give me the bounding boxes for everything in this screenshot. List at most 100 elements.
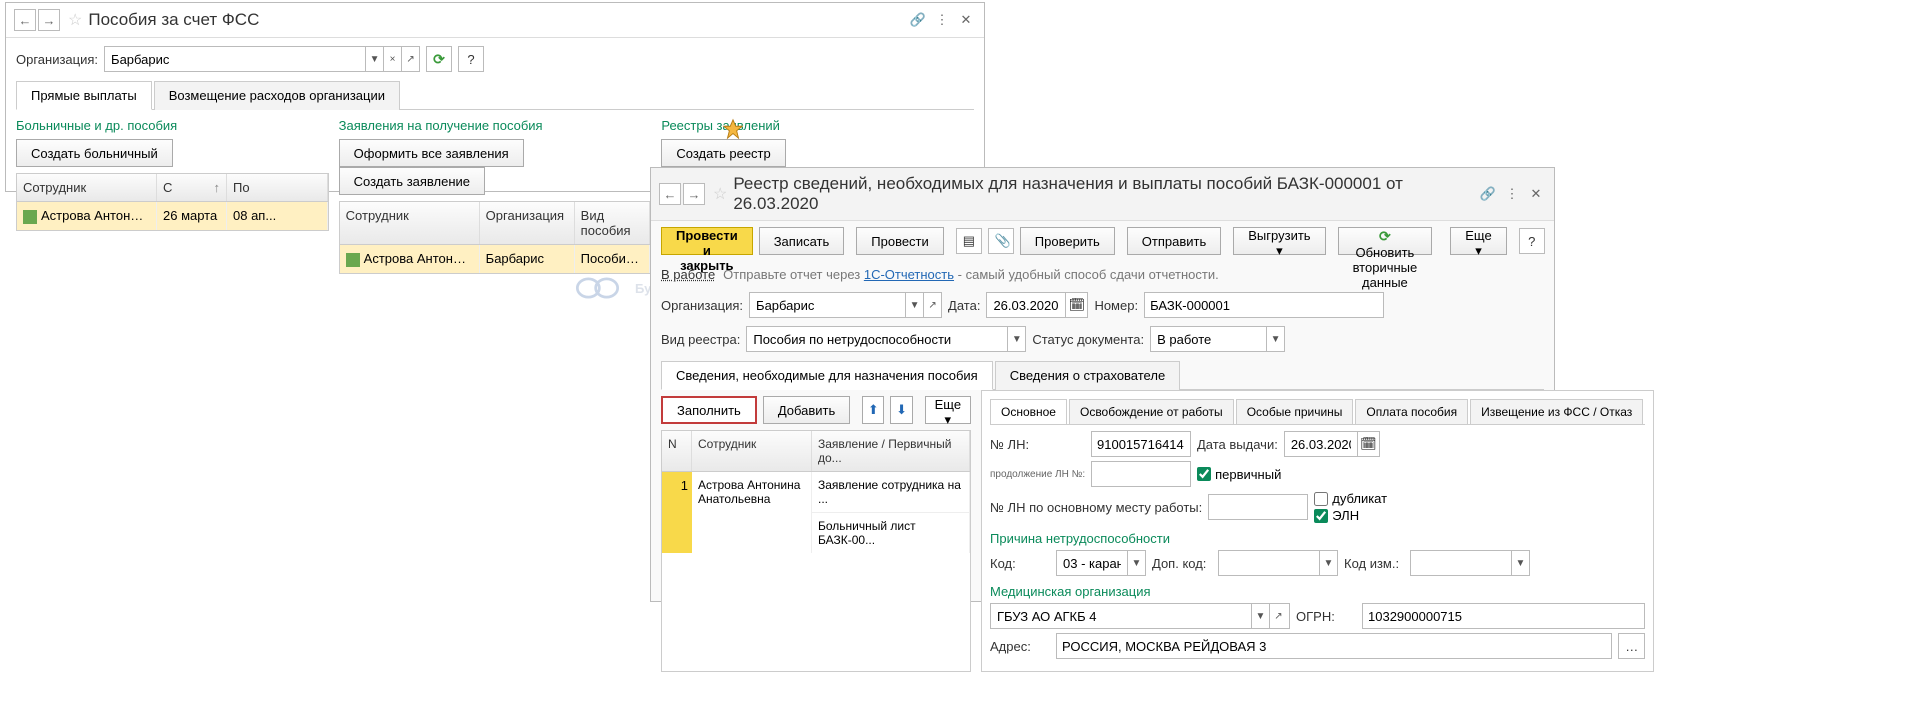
favorite-icon[interactable]: ☆ bbox=[68, 10, 82, 30]
ln-main-label: № ЛН по основному месту работы: bbox=[990, 500, 1202, 515]
forward-button[interactable]: → bbox=[683, 183, 705, 205]
org-combo[interactable]: ▼ × ↗ bbox=[104, 46, 420, 72]
fill-button[interactable]: Заполнить bbox=[661, 396, 757, 424]
chevron-down-icon[interactable]: ▼ bbox=[1127, 551, 1145, 575]
create-app-button[interactable]: Создать заявление bbox=[339, 167, 485, 195]
col1-h3[interactable]: По bbox=[227, 174, 328, 201]
more-button[interactable]: Еще ▾ bbox=[1450, 227, 1506, 255]
more-left-button[interactable]: Еще ▾ bbox=[925, 396, 971, 424]
form-row2: Вид реестра: ▼ Статус документа: ▼ bbox=[651, 322, 1554, 356]
tab-notice[interactable]: Извещение из ФСС / Отказ bbox=[1470, 399, 1643, 424]
doc-status-combo[interactable]: ▼ bbox=[1150, 326, 1285, 352]
export-button[interactable]: Выгрузить ▾ bbox=[1233, 227, 1325, 255]
refresh-button[interactable]: ⟳ bbox=[426, 46, 452, 72]
close-icon[interactable]: ✕ bbox=[1526, 184, 1546, 204]
post-and-close-button[interactable]: Провести и закрыть bbox=[661, 227, 753, 255]
org-input[interactable] bbox=[105, 47, 365, 71]
num-input[interactable] bbox=[1144, 292, 1384, 318]
check-button[interactable]: Проверить bbox=[1020, 227, 1115, 255]
org-dropdown-icon[interactable]: ▼ bbox=[365, 47, 383, 71]
table-row[interactable]: 1 Астрова Антонина Анатольевна Заявление… bbox=[662, 472, 970, 553]
create-all-apps-button[interactable]: Оформить все заявления bbox=[339, 139, 524, 167]
issue-input[interactable] bbox=[1285, 432, 1357, 456]
tab-payment[interactable]: Оплата пособия bbox=[1355, 399, 1468, 424]
addr-input[interactable] bbox=[1056, 633, 1612, 659]
forward-button[interactable]: → bbox=[38, 9, 60, 31]
ln-input[interactable] bbox=[1091, 431, 1191, 457]
code-combo[interactable]: ▼ bbox=[1056, 550, 1146, 576]
addcode-combo[interactable]: ▼ bbox=[1218, 550, 1338, 576]
calendar-icon[interactable]: 🗓 bbox=[1065, 293, 1087, 317]
th-n[interactable]: N bbox=[662, 431, 692, 471]
col2-h2[interactable]: Организация bbox=[480, 202, 575, 244]
chevron-down-icon[interactable]: ▼ bbox=[1266, 327, 1284, 351]
tab-release[interactable]: Освобождение от работы bbox=[1069, 399, 1234, 424]
refresh-secondary-button[interactable]: ⟳ Обновить вторичные данные bbox=[1338, 227, 1433, 255]
chevron-down-icon[interactable]: ▼ bbox=[1007, 327, 1025, 351]
ogrn-input[interactable] bbox=[1362, 603, 1645, 629]
menu-icon[interactable]: ⋮ bbox=[1502, 184, 1522, 204]
col1-h2[interactable]: С ↑ bbox=[157, 174, 227, 201]
help-button[interactable]: ? bbox=[1519, 228, 1545, 254]
type-combo[interactable]: ▼ bbox=[746, 326, 1026, 352]
th-emp[interactable]: Сотрудник bbox=[692, 431, 812, 471]
back-button[interactable]: ← bbox=[14, 9, 36, 31]
col2-h1[interactable]: Сотрудник bbox=[340, 202, 480, 244]
chevron-down-icon[interactable]: ▼ bbox=[1511, 551, 1529, 575]
org-clear-icon[interactable]: × bbox=[383, 47, 401, 71]
col2-h3[interactable]: Вид пособия bbox=[575, 202, 651, 244]
chevron-down-icon[interactable]: ▼ bbox=[1319, 551, 1337, 575]
link-1c-report[interactable]: 1С-Отчетность bbox=[864, 267, 954, 282]
org-open-icon[interactable]: ↗ bbox=[401, 47, 419, 71]
med-combo[interactable]: ▼↗ bbox=[990, 603, 1290, 629]
tab-direct-payments[interactable]: Прямые выплаты bbox=[16, 81, 152, 110]
link-icon[interactable]: 🔗 bbox=[1478, 184, 1498, 204]
add-button[interactable]: Добавить bbox=[763, 396, 850, 424]
status-link[interactable]: В работе bbox=[661, 267, 715, 282]
chgcode-combo[interactable]: ▼ bbox=[1410, 550, 1530, 576]
col1-row[interactable]: Астрова Антонина А... 26 марта 08 ап... bbox=[17, 202, 328, 230]
col1-h1[interactable]: Сотрудник bbox=[17, 174, 157, 201]
date-field[interactable]: 🗓 bbox=[986, 292, 1088, 318]
report-icon[interactable]: ▤ bbox=[956, 228, 982, 254]
chevron-down-icon[interactable]: ▼ bbox=[905, 293, 923, 317]
open-icon[interactable]: ↗ bbox=[923, 293, 941, 317]
close-icon[interactable]: ✕ bbox=[956, 10, 976, 30]
move-up-icon[interactable]: ⬆ bbox=[862, 396, 884, 424]
send-button[interactable]: Отправить bbox=[1127, 227, 1221, 255]
attach-icon[interactable]: 📎 bbox=[988, 228, 1014, 254]
create-registry-button[interactable]: Создать реестр bbox=[661, 139, 785, 167]
tab-reimbursement[interactable]: Возмещение расходов организации bbox=[154, 81, 400, 110]
write-button[interactable]: Записать bbox=[759, 227, 845, 255]
post-button[interactable]: Провести bbox=[856, 227, 944, 255]
type-input[interactable] bbox=[747, 327, 1007, 351]
issue-date[interactable]: 🗓 bbox=[1284, 431, 1380, 457]
addr-edit-button[interactable]: … bbox=[1618, 633, 1645, 659]
ln-main-input[interactable] bbox=[1208, 494, 1308, 520]
menu-icon[interactable]: ⋮ bbox=[932, 10, 952, 30]
tab-insurer-info[interactable]: Сведения о страхователе bbox=[995, 361, 1180, 390]
col2-row[interactable]: Астрова Антонина А... Барбарис Пособие п… bbox=[340, 245, 651, 273]
tab-benefit-info[interactable]: Сведения, необходимые для назначения пос… bbox=[661, 361, 993, 390]
create-sicklist-button[interactable]: Создать больничный bbox=[16, 139, 173, 167]
calendar-icon[interactable]: 🗓 bbox=[1357, 432, 1379, 456]
help-button[interactable]: ? bbox=[458, 46, 484, 72]
org-row: Организация: ▼ × ↗ ⟳ ? bbox=[6, 38, 984, 80]
eln-checkbox[interactable]: ЭЛН bbox=[1314, 508, 1387, 523]
date-input[interactable] bbox=[987, 293, 1065, 317]
org-input[interactable] bbox=[750, 293, 905, 317]
move-down-icon[interactable]: ⬇ bbox=[890, 396, 912, 424]
tab-main[interactable]: Основное bbox=[990, 399, 1067, 424]
link-icon[interactable]: 🔗 bbox=[908, 10, 928, 30]
primary-checkbox[interactable]: первичный bbox=[1197, 467, 1281, 482]
th-app[interactable]: Заявление / Первичный до... bbox=[812, 431, 970, 471]
doc-status-input[interactable] bbox=[1151, 327, 1266, 351]
cont-input[interactable] bbox=[1091, 461, 1191, 487]
favorite-icon[interactable]: ☆ bbox=[713, 184, 727, 204]
duplicate-checkbox[interactable]: дубликат bbox=[1314, 491, 1387, 506]
chevron-down-icon[interactable]: ▼ bbox=[1251, 604, 1269, 628]
open-icon[interactable]: ↗ bbox=[1269, 604, 1287, 628]
tab-special[interactable]: Особые причины bbox=[1236, 399, 1354, 424]
org-combo[interactable]: ▼ ↗ bbox=[749, 292, 942, 318]
back-button[interactable]: ← bbox=[659, 183, 681, 205]
